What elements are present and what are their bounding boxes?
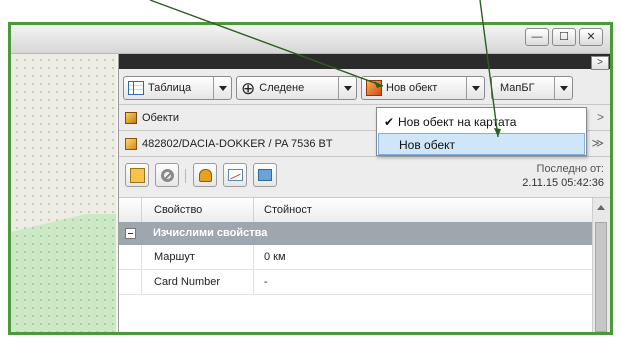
last-update-label: Последно от: xyxy=(536,163,604,175)
close-button[interactable]: ✕ xyxy=(579,28,603,46)
map-provider-dropdown-toggle[interactable] xyxy=(554,77,572,99)
vehicle-tools: Последно от: 2.11.15 05:42:36 xyxy=(119,157,610,198)
report-icon xyxy=(258,169,272,181)
table-button[interactable]: Таблица xyxy=(123,76,232,100)
chevron-down-icon xyxy=(471,85,480,91)
minimize-button[interactable]: — xyxy=(525,28,549,46)
map-provider-label: МапБГ xyxy=(500,82,535,94)
scroll-up-icon[interactable] xyxy=(597,205,605,210)
menu-item-new-object[interactable]: Нов обект xyxy=(378,133,585,155)
table-button-label: Таблица xyxy=(148,82,192,94)
truck-icon xyxy=(125,137,137,150)
menu-item-label: Нов обект на картата xyxy=(398,115,517,129)
map-view[interactable] xyxy=(11,54,118,332)
objects-section-title: Обекти xyxy=(142,111,179,124)
menu-item-label: Нов обект xyxy=(399,138,456,152)
panel-header-bar: > xyxy=(119,54,610,70)
app-window: — ☐ ✕ > Таблица ⊕ Следене Нов обект МапБ… xyxy=(8,22,613,335)
check-icon: ✔ xyxy=(384,115,395,129)
collapse-panel-button[interactable]: > xyxy=(591,56,609,70)
tracking-button-label: Следене xyxy=(259,82,305,94)
double-chevron-icon[interactable]: ≫ xyxy=(591,136,604,150)
report-button[interactable] xyxy=(253,163,277,187)
table-row[interactable]: Маршут 0 км xyxy=(119,245,593,270)
grid-header: Свойство Стойност xyxy=(119,198,593,223)
side-panel: > Таблица ⊕ Следене Нов обект МапБГ Обек… xyxy=(118,54,610,332)
crosshair-icon: ⊕ xyxy=(241,78,256,98)
last-update-value: 2.11.15 05:42:36 xyxy=(522,177,604,189)
block-icon xyxy=(160,168,174,182)
new-object-button[interactable]: Нов обект xyxy=(361,76,485,100)
chevron-down-icon xyxy=(218,85,227,91)
value-cell: - xyxy=(253,270,593,294)
grid-group-title: Изчислими свойства xyxy=(153,227,268,239)
chart-icon xyxy=(227,169,243,181)
value-cell: 0 км xyxy=(253,245,593,269)
tracking-dropdown-toggle[interactable] xyxy=(338,77,356,99)
chevron-right-icon[interactable]: > xyxy=(597,110,604,124)
edit-icon xyxy=(129,167,145,183)
new-object-dropdown-toggle[interactable] xyxy=(466,77,484,99)
value-column-header[interactable]: Стойност xyxy=(253,198,593,222)
chevron-down-icon xyxy=(343,85,352,91)
property-column-header[interactable]: Свойство xyxy=(141,198,253,222)
property-cell: Card Number xyxy=(141,270,253,294)
property-cell: Маршут xyxy=(141,245,253,269)
scroll-thumb[interactable] xyxy=(595,222,607,332)
window-titlebar: — ☐ ✕ xyxy=(11,25,610,54)
collapse-group-icon[interactable] xyxy=(125,228,136,239)
grid-group-row[interactable]: Изчислими свойства xyxy=(119,222,593,245)
map-texture xyxy=(11,54,118,332)
properties-grid: Свойство Стойност Изчислими свойства Мар… xyxy=(119,198,610,332)
maximize-button[interactable]: ☐ xyxy=(552,28,576,46)
chart-button[interactable] xyxy=(223,163,247,187)
objects-icon xyxy=(125,111,137,124)
new-object-button-label: Нов обект xyxy=(386,82,438,94)
main-toolbar: Таблица ⊕ Следене Нов обект МапБГ xyxy=(119,70,610,105)
vehicle-title: 482802/DACIA-DOKKER / PA 7536 BT xyxy=(142,137,333,150)
table-icon xyxy=(128,81,144,95)
edit-button[interactable] xyxy=(125,163,149,187)
new-object-menu: ✔ Нов обект на картата Нов обект xyxy=(376,107,587,156)
table-row[interactable]: Card Number - xyxy=(119,270,593,295)
chevron-down-icon xyxy=(559,85,568,91)
new-object-icon xyxy=(366,80,382,96)
map-provider-button[interactable]: МапБГ xyxy=(491,76,573,100)
add-alarm-button[interactable] xyxy=(193,163,217,187)
disable-button[interactable] xyxy=(155,163,179,187)
menu-item-new-object-on-map[interactable]: ✔ Нов обект на картата xyxy=(378,111,585,133)
table-dropdown-toggle[interactable] xyxy=(213,77,231,99)
tools-divider xyxy=(185,169,186,183)
grid-scrollbar[interactable] xyxy=(592,198,610,332)
alarm-add-icon xyxy=(198,168,212,182)
tracking-button[interactable]: ⊕ Следене xyxy=(236,76,357,100)
